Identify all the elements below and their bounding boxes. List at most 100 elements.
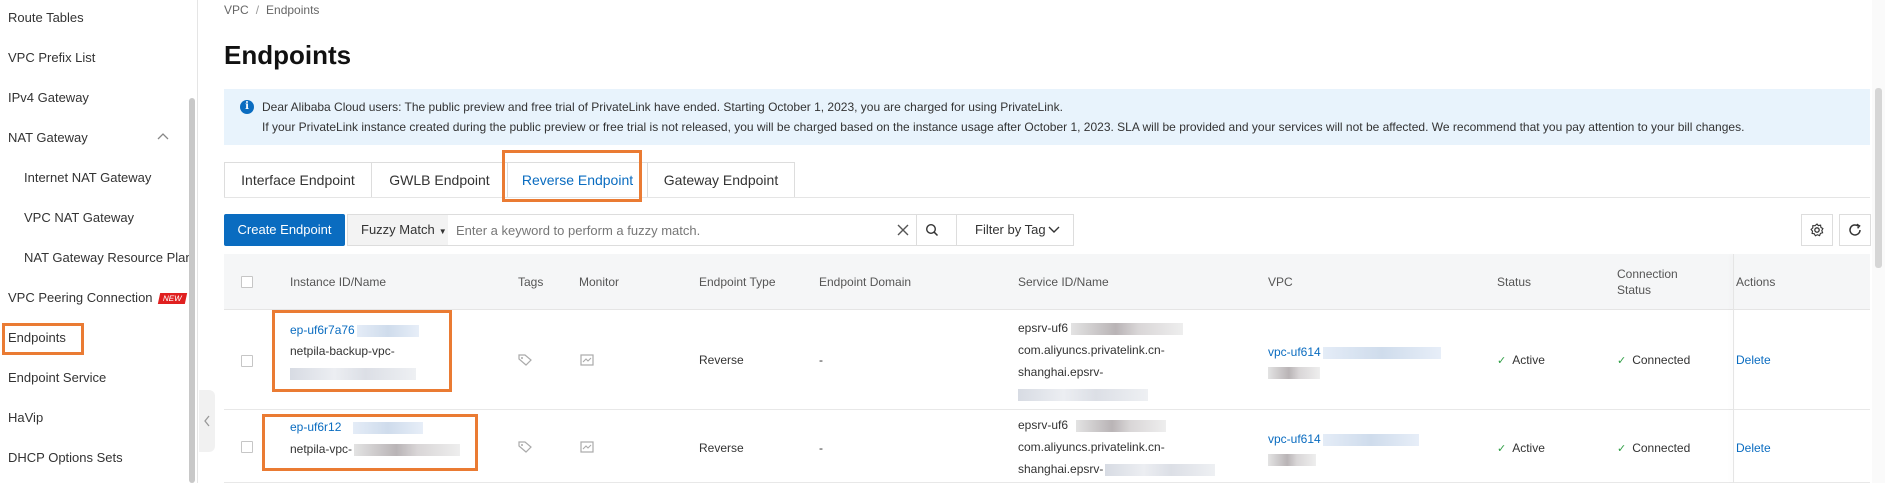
vpc-link[interactable]: vpc-uf614 (1268, 345, 1321, 359)
chevron-up-icon[interactable] (156, 130, 170, 144)
select-all-checkbox[interactable] (241, 276, 253, 288)
service-name-cell: shanghai.epsrv- (1018, 460, 1216, 478)
page-scrollbar[interactable] (1872, 0, 1885, 483)
tag-icon[interactable] (518, 354, 532, 366)
refresh-button[interactable] (1839, 214, 1871, 246)
column-status: Status (1497, 275, 1532, 289)
sidebar-collapse-handle[interactable] (199, 390, 215, 452)
actions-column-divider (1733, 254, 1734, 483)
check-icon: ✓ (1497, 443, 1507, 455)
search-icon (925, 223, 939, 237)
notice-line-1: Dear Alibaba Cloud users: The public pre… (262, 100, 1063, 114)
sidebar-item-havip[interactable]: HaVip (8, 408, 43, 428)
connection-status-cell: ✓ Connected (1617, 351, 1690, 370)
redacted-block (1322, 346, 1441, 359)
vpc-name-redacted (1268, 450, 1316, 468)
service-name-line-2: shanghai.epsrv- (1018, 365, 1104, 379)
sidebar-item-ipv4-gateway[interactable]: IPv4 Gateway (8, 88, 89, 108)
connection-status-cell: ✓ Connected (1617, 439, 1690, 458)
service-id: epsrv-uf6 (1018, 319, 1184, 337)
service-name-line-2: shanghai.epsrv- (1018, 462, 1104, 476)
search-button[interactable] (916, 214, 946, 246)
redacted-block (1018, 388, 1148, 401)
page-title: Endpoints (224, 40, 352, 70)
sidebar-item-endpoint-service[interactable]: Endpoint Service (8, 368, 106, 388)
tag-icon[interactable] (518, 441, 532, 453)
sidebar-item-route-tables[interactable]: Route Tables (8, 8, 84, 28)
check-icon: ✓ (1617, 443, 1627, 455)
chevron-left-icon (204, 415, 210, 427)
status-cell: ✓ Active (1497, 439, 1545, 458)
vpc-link[interactable]: vpc-uf614 (1268, 432, 1321, 446)
fuzzy-match-select[interactable]: Fuzzy Match ▼ (348, 215, 448, 245)
service-name-redacted (1018, 385, 1148, 403)
caret-down-icon: ▼ (438, 227, 447, 236)
column-endpoint-domain: Endpoint Domain (819, 275, 912, 289)
table-row: ep-uf6r7a76 netpila-backup-vpc- Reverse … (224, 311, 1870, 410)
row-2-instance-highlight-box (262, 414, 478, 471)
sidebar-item-vpc-peering-connection[interactable]: VPC Peering Connection NEW (8, 288, 187, 308)
tab-gwlb-endpoint[interactable]: GWLB Endpoint (371, 162, 508, 198)
status-text: Active (1512, 441, 1545, 455)
delete-button[interactable]: Delete (1736, 351, 1771, 369)
status-text: Active (1512, 353, 1545, 367)
column-connection-label-1: Connection (1617, 267, 1678, 281)
settings-button[interactable] (1801, 214, 1833, 246)
column-endpoint-type: Endpoint Type (699, 275, 776, 289)
service-id-text: epsrv-uf6 (1018, 321, 1069, 335)
endpoint-type: Reverse (699, 353, 744, 367)
monitor-icon[interactable] (580, 441, 594, 453)
vpc-name-redacted (1268, 363, 1320, 381)
sidebar-item-nat-gateway-resource-plan[interactable]: NAT Gateway Resource Plan (24, 248, 193, 268)
connection-status-text: Connected (1632, 441, 1691, 455)
endpoints-highlight-box (2, 323, 84, 355)
search-box: Fuzzy Match ▼ (347, 214, 982, 246)
check-icon: ✓ (1617, 355, 1627, 367)
sidebar-item-internet-nat-gateway[interactable]: Internet NAT Gateway (24, 168, 151, 188)
notice-banner: i Dear Alibaba Cloud users: The public p… (224, 89, 1870, 145)
filter-by-tag-button[interactable]: Filter by Tag (956, 214, 1074, 246)
redacted-block (1105, 463, 1216, 476)
sidebar-scrollbar[interactable] (189, 98, 195, 483)
connection-status-text: Connected (1632, 353, 1691, 367)
tab-divider (224, 197, 1870, 198)
column-connection-status: Connection Status (1617, 254, 1678, 310)
close-icon[interactable] (896, 223, 910, 237)
reverse-endpoint-highlight-box (502, 150, 642, 202)
redacted-block (1076, 419, 1167, 432)
row-checkbox[interactable] (241, 441, 253, 453)
create-endpoint-button[interactable]: Create Endpoint (224, 214, 345, 246)
column-monitor: Monitor (579, 275, 620, 289)
service-id: epsrv-uf6 (1018, 416, 1167, 434)
breadcrumb-vpc[interactable]: VPC (224, 3, 249, 17)
filter-by-tag-label: Filter by Tag (975, 222, 1046, 237)
tab-interface-endpoint[interactable]: Interface Endpoint (224, 162, 372, 198)
fuzzy-match-label: Fuzzy Match (361, 222, 435, 237)
status-cell: ✓ Active (1497, 351, 1545, 370)
sidebar-item-vpc-prefix-list[interactable]: VPC Prefix List (8, 48, 95, 68)
tab-gateway-endpoint[interactable]: Gateway Endpoint (647, 162, 795, 198)
column-instance-id: Instance ID/Name (290, 275, 387, 289)
notice-line-2: If your PrivateLink instance created dur… (262, 120, 1745, 134)
service-name-line-1: com.aliyuncs.privatelink.cn- (1018, 343, 1165, 357)
sidebar-item-dhcp-options-sets[interactable]: DHCP Options Sets (8, 448, 123, 468)
search-input[interactable] (456, 215, 906, 245)
column-service-id: Service ID/Name (1018, 275, 1109, 289)
service-id-text: epsrv-uf6 (1018, 418, 1069, 432)
breadcrumb-endpoints: Endpoints (266, 3, 320, 17)
table-header: Instance ID/Name Tags Monitor Endpoint T… (224, 254, 1870, 310)
redacted-block (1071, 322, 1184, 335)
refresh-icon (1849, 223, 1861, 236)
delete-button[interactable]: Delete (1736, 439, 1771, 457)
redacted-block (1268, 366, 1320, 379)
row-1-instance-highlight-box (272, 310, 452, 392)
row-checkbox[interactable] (241, 355, 253, 367)
sidebar-item-nat-gateway[interactable]: NAT Gateway (8, 128, 88, 148)
chevron-down-icon (1048, 226, 1060, 233)
page-scrollbar-thumb[interactable] (1875, 88, 1882, 268)
check-icon: ✓ (1497, 355, 1507, 367)
monitor-icon[interactable] (580, 354, 594, 366)
sidebar-item-vpc-nat-gateway[interactable]: VPC NAT Gateway (24, 208, 134, 228)
redacted-block (1268, 453, 1316, 466)
column-vpc: VPC (1268, 275, 1293, 289)
